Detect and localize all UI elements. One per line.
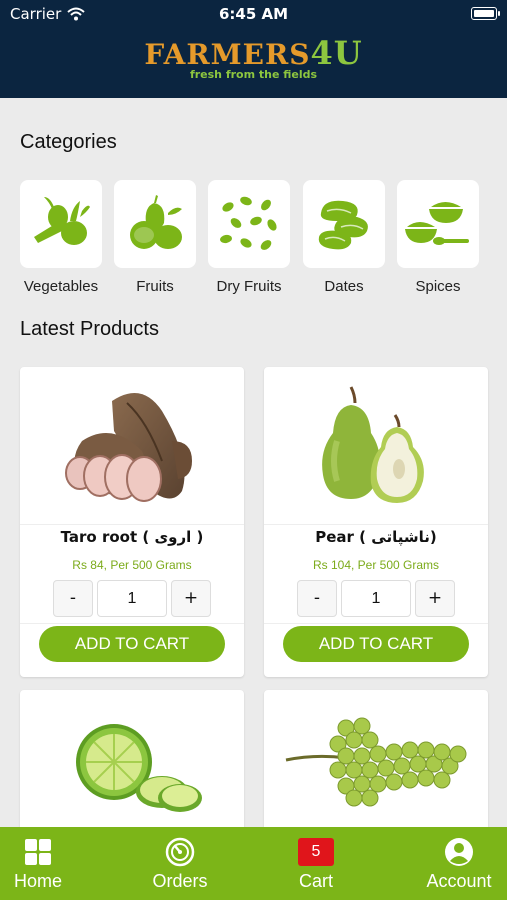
spices-icon [405, 202, 469, 245]
account-icon [445, 838, 473, 866]
add-to-cart-button[interactable]: ADD TO CART [39, 626, 225, 662]
orders-icon-wrap [160, 836, 200, 868]
category-label: Vegetables [23, 278, 99, 295]
category-label: Dates [324, 278, 364, 295]
tab-cart[interactable]: 5 Cart [261, 827, 371, 900]
brand-accent: 4U [310, 34, 363, 72]
product-image[interactable] [264, 690, 488, 840]
brand-main: FARMERS [144, 38, 311, 71]
increment-button[interactable]: + [171, 580, 211, 617]
category-tile[interactable] [397, 180, 479, 268]
grapes-image [285, 717, 467, 807]
product-price: Rs 84, Per 500 Grams [72, 558, 192, 572]
dry-fruits-icon [220, 196, 277, 250]
category-dry-fruits[interactable]: Dry Fruits [208, 180, 290, 295]
home-icon-wrap [18, 836, 58, 868]
tab-account[interactable]: Account [404, 827, 507, 900]
product-image[interactable] [20, 367, 244, 525]
quantity-stepper: - 1 + [297, 580, 455, 617]
cart-icon-wrap: 5 [296, 836, 336, 868]
app-header: Carrier 6:45 AM FARMERS4U fresh from the… [0, 0, 507, 98]
category-label: Fruits [136, 278, 174, 295]
category-row: Vegetables Fruits Dry Fruits Dates Spice… [20, 180, 490, 300]
tab-label: Orders [152, 871, 208, 891]
lime-image [76, 724, 202, 812]
latest-products-heading: Latest Products [20, 318, 159, 340]
brand-logo: FARMERS4U fresh from the fields [0, 37, 507, 81]
bottom-tab-bar: Home Orders 5 Cart Account [0, 827, 507, 900]
category-label: Dry Fruits [216, 278, 282, 295]
decrement-button[interactable]: - [53, 580, 93, 617]
tab-label: Account [426, 871, 492, 891]
product-card: Pear ( ناشپاتی) Rs 104, Per 500 Grams - … [264, 367, 488, 677]
product-card: Taro root ( اروی ) Rs 84, Per 500 Grams … [20, 367, 244, 677]
battery-icon [471, 7, 500, 20]
quantity-field[interactable]: 1 [97, 580, 167, 617]
category-tile[interactable] [208, 180, 290, 268]
product-price: Rs 104, Per 500 Grams [312, 558, 440, 572]
product-name[interactable]: Taro root ( اروی ) [20, 528, 244, 546]
category-tile[interactable] [114, 180, 196, 268]
card-divider [264, 623, 488, 624]
increment-button[interactable]: + [415, 580, 455, 617]
pear-image [322, 385, 424, 503]
cart-count-badge: 5 [298, 838, 334, 866]
decrement-button[interactable]: - [297, 580, 337, 617]
product-image[interactable] [20, 690, 244, 840]
category-dates[interactable]: Dates [303, 180, 385, 295]
category-label: Spices [415, 278, 461, 295]
tab-label: Cart [298, 871, 333, 891]
status-bar: Carrier 6:45 AM [0, 0, 507, 28]
brand-tagline: fresh from the fields [189, 68, 318, 81]
tab-home[interactable]: Home [0, 827, 93, 900]
home-icon [25, 839, 51, 865]
orders-icon [165, 837, 195, 867]
status-time: 6:45 AM [218, 5, 289, 23]
card-divider [20, 623, 244, 624]
category-tile[interactable] [303, 180, 385, 268]
quantity-stepper: - 1 + [53, 580, 211, 617]
add-to-cart-button[interactable]: ADD TO CART [283, 626, 469, 662]
account-icon-wrap [439, 836, 479, 868]
taro-root-image [65, 392, 192, 502]
brand-wordmark: FARMERS4U [0, 37, 507, 71]
quantity-field[interactable]: 1 [341, 580, 411, 617]
vegetables-icon [34, 197, 90, 245]
dates-icon [318, 200, 368, 250]
category-fruits[interactable]: Fruits [114, 180, 196, 295]
product-name[interactable]: Pear ( ناشپاتی) [264, 528, 488, 546]
product-card [20, 690, 244, 840]
tab-orders[interactable]: Orders [125, 827, 235, 900]
tab-label: Home [13, 871, 62, 891]
categories-heading: Categories [20, 131, 117, 153]
fruits-icon [130, 195, 182, 249]
product-card [264, 690, 488, 840]
category-vegetables[interactable]: Vegetables [20, 180, 102, 295]
category-tile[interactable] [20, 180, 102, 268]
product-image[interactable] [264, 367, 488, 525]
category-spices[interactable]: Spices [397, 180, 479, 295]
